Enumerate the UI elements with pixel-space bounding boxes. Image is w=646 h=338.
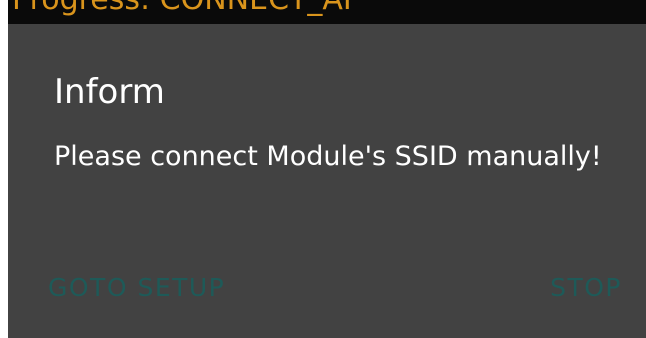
progress-status-text: Progress: CONNECT_AP bbox=[12, 0, 361, 17]
stop-button[interactable]: STOP bbox=[550, 270, 622, 306]
goto-setup-button[interactable]: GOTO SETUP bbox=[48, 270, 225, 306]
screen: Progress: CONNECT_AP Inform Please conne… bbox=[0, 0, 646, 338]
background-activity: Progress: CONNECT_AP bbox=[8, 0, 646, 24]
dialog-title: Inform bbox=[54, 72, 165, 112]
inform-dialog: Inform Please connect Module's SSID manu… bbox=[8, 24, 646, 338]
dialog-message: Please connect Module's SSID manually! bbox=[54, 141, 602, 172]
